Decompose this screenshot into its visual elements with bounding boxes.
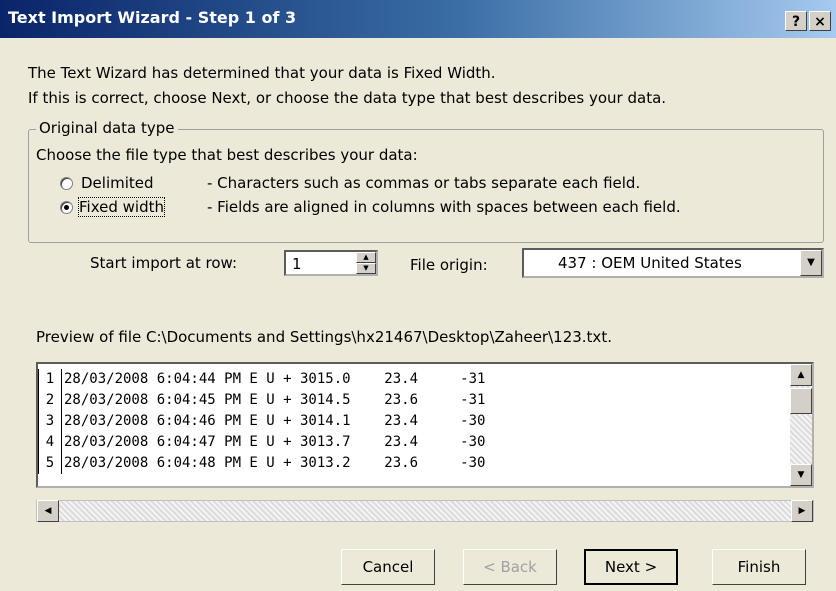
spinner-buttons: ▲ ▼ [356,252,376,274]
delimited-radio[interactable] [60,177,73,190]
vertical-scrollbar[interactable]: ▲ ▼ [790,364,812,486]
delimited-label[interactable]: Delimited [81,174,154,192]
scroll-down-icon[interactable]: ▼ [790,464,812,486]
row-number: 4 [38,432,62,453]
scroll-left-icon[interactable]: ◀ [37,500,59,522]
scroll-up-icon[interactable]: ▲ [790,364,812,386]
cancel-button[interactable]: Cancel [341,549,435,585]
row-text: 28/03/2008 6:04:46 PM E U + 3014.1 23.4 … [64,413,486,429]
horizontal-scrollbar[interactable]: ◀ ▶ [36,500,814,522]
spin-up-icon[interactable]: ▲ [356,252,376,263]
row-text: 28/03/2008 6:04:44 PM E U + 3015.0 23.4 … [64,371,486,387]
row-number: 5 [38,453,62,474]
next-button[interactable]: Next > [584,549,678,585]
scroll-right-icon[interactable]: ▶ [791,500,813,522]
chevron-down-icon[interactable]: ▼ [800,250,822,276]
preview-label: Preview of file C:\Documents and Setting… [36,328,612,346]
delimited-description: - Characters such as commas or tabs sepa… [207,174,641,192]
title-bar: Text Import Wizard - Step 1 of 3 ? × [0,0,836,38]
start-row-value[interactable]: 1 [292,255,302,273]
file-origin-label: File origin: [410,256,488,274]
row-text: 28/03/2008 6:04:48 PM E U + 3013.2 23.6 … [64,455,486,471]
file-type-prompt: Choose the file type that best describes… [36,146,418,164]
start-row-label: Start import at row: [90,254,238,272]
file-origin-select[interactable]: 437 : OEM United States ▼ [522,248,824,278]
window-title: Text Import Wizard - Step 1 of 3 [8,8,297,27]
group-title: Original data type [36,119,178,137]
wizard-dialog: The Text Wizard has determined that your… [0,38,836,591]
spin-down-icon[interactable]: ▼ [356,263,376,274]
row-text: 28/03/2008 6:04:45 PM E U + 3014.5 23.6 … [64,392,486,408]
preview-row: 5 28/03/2008 6:04:48 PM E U + 3013.2 23.6… [38,453,485,474]
row-number: 1 [38,369,62,390]
preview-row: 3 28/03/2008 6:04:46 PM E U + 3014.1 23.4… [38,411,485,432]
start-row-spinner[interactable]: 1 ▲ ▼ [284,250,378,276]
file-origin-value[interactable]: 437 : OEM United States [558,254,742,272]
fixed-width-description: - Fields are aligned in columns with spa… [207,198,681,216]
preview-row: 1 28/03/2008 6:04:44 PM E U + 3015.0 23.4… [38,369,485,390]
preview-row: 4 28/03/2008 6:04:47 PM E U + 3013.7 23.4… [38,432,485,453]
fixed-width-radio[interactable] [60,201,73,214]
scroll-thumb[interactable] [790,388,812,414]
intro-line-2: If this is correct, choose Next, or choo… [28,89,667,107]
row-number: 2 [38,390,62,411]
help-button[interactable]: ? [785,11,807,31]
fixed-width-label[interactable]: Fixed width [78,197,165,217]
back-button[interactable]: < Back [463,549,557,585]
preview-row: 2 28/03/2008 6:04:45 PM E U + 3014.5 23.6… [38,390,485,411]
row-text: 28/03/2008 6:04:47 PM E U + 3013.7 23.4 … [64,434,486,450]
finish-button[interactable]: Finish [712,549,806,585]
close-button[interactable]: × [809,11,831,31]
radio-selected-dot [64,205,69,210]
preview-pane[interactable]: 1 28/03/2008 6:04:44 PM E U + 3015.0 23.4… [36,362,814,488]
row-number: 3 [38,411,62,432]
intro-line-1: The Text Wizard has determined that your… [28,64,496,82]
